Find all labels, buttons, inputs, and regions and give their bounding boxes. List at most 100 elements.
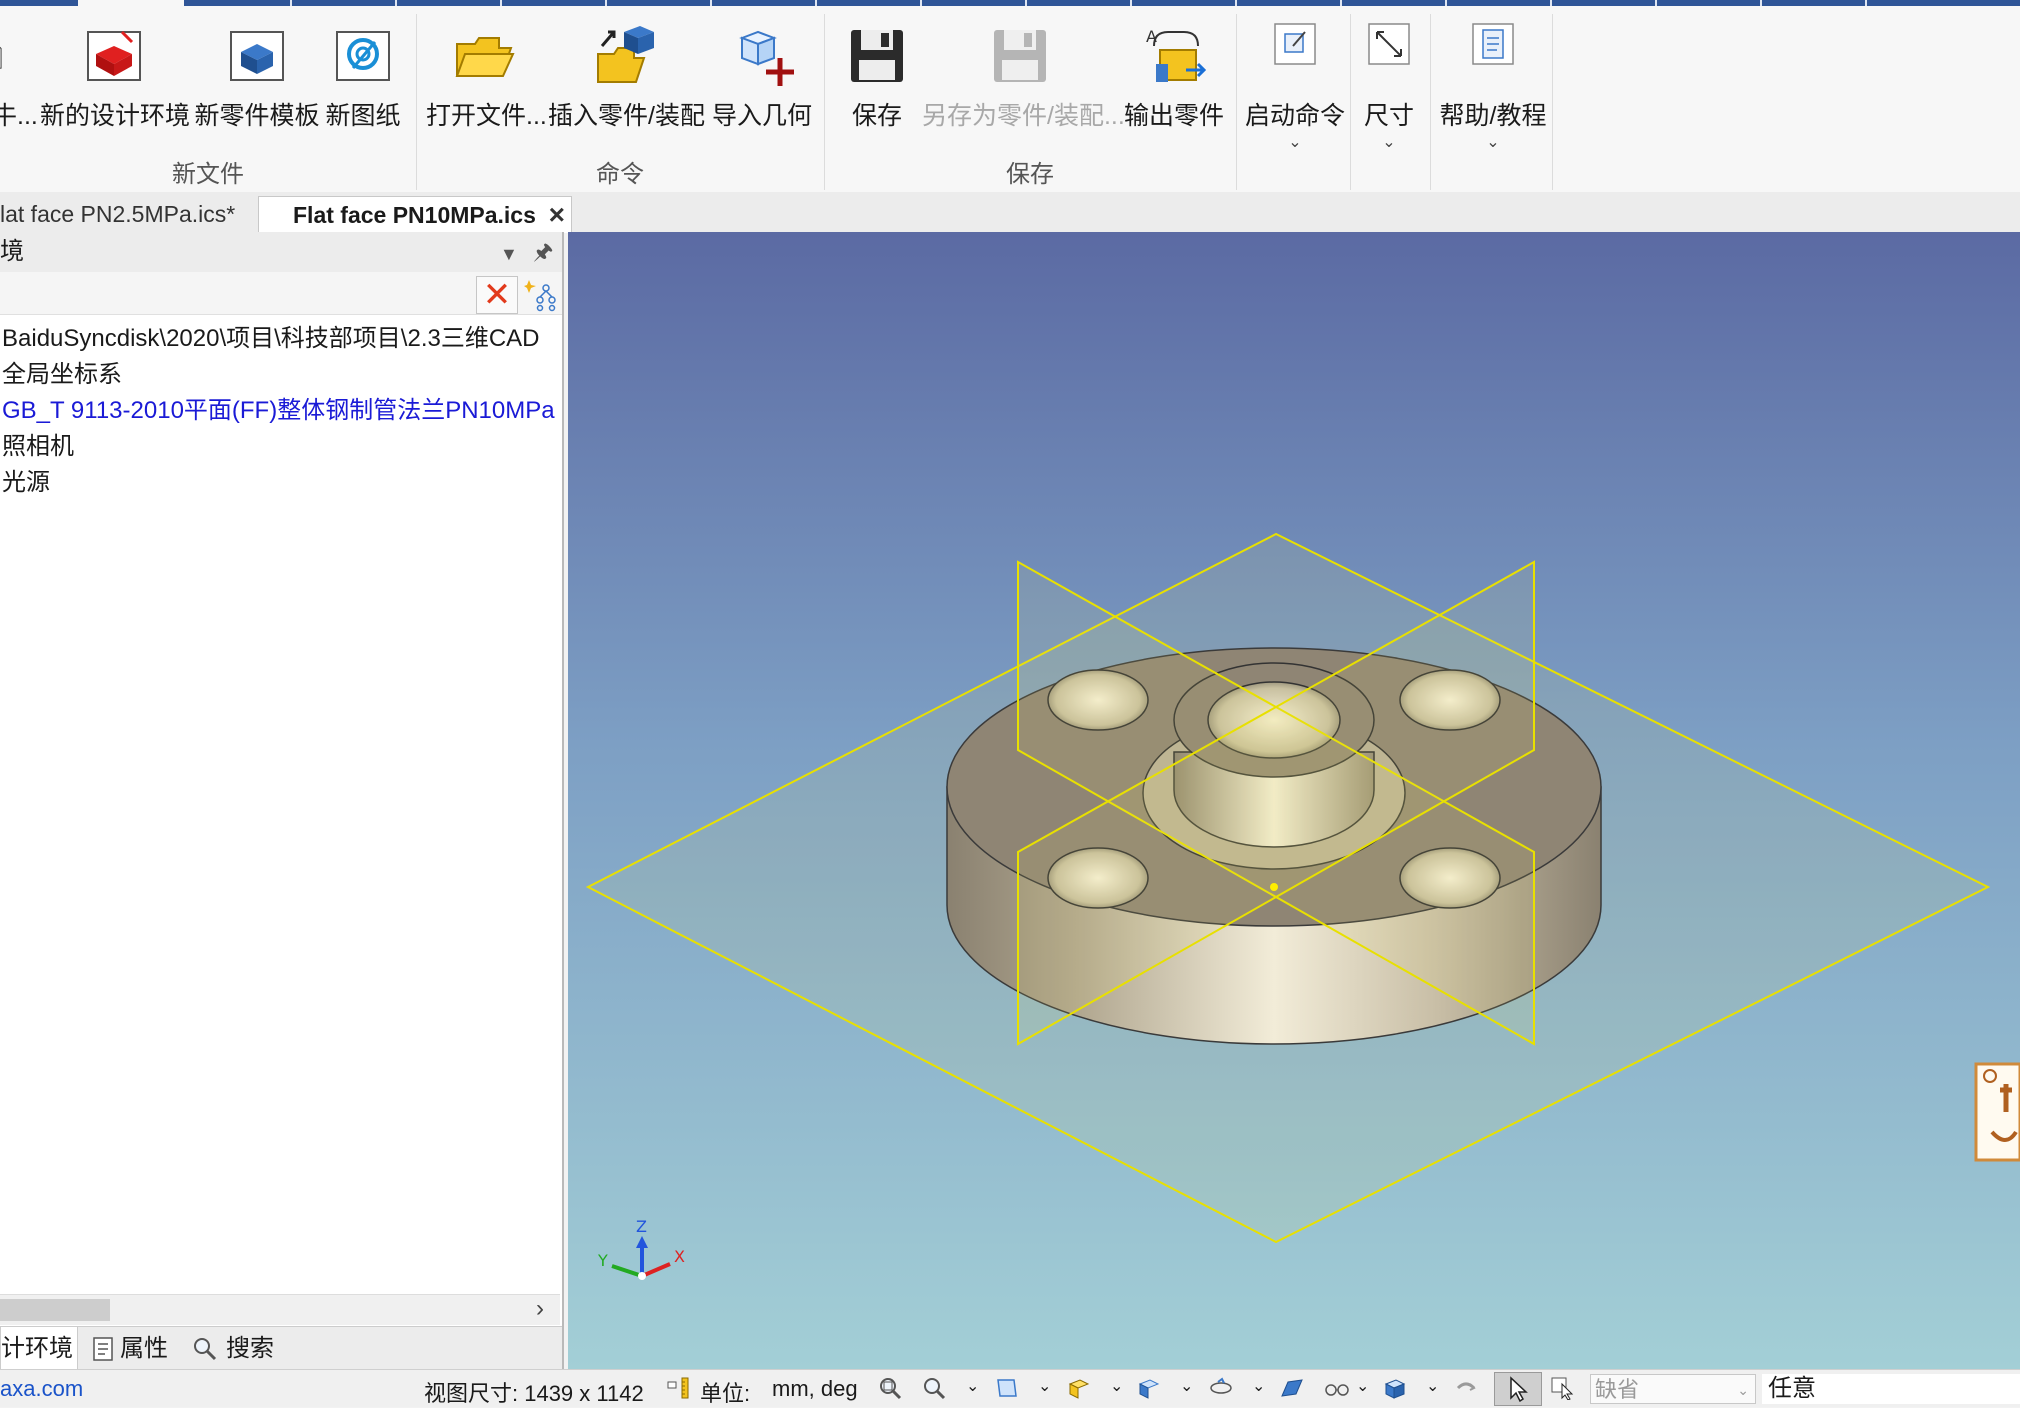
properties-icon — [93, 1337, 113, 1361]
chevron-down-icon[interactable]: ⌄ — [966, 1376, 979, 1396]
chevron-down-icon[interactable]: ⌄ — [1252, 1376, 1265, 1396]
tab-label: 计环境 — [1, 1335, 73, 1362]
export-part-label: 输出零件 — [1123, 102, 1224, 130]
group-separator — [1236, 14, 1237, 190]
group-separator — [1552, 14, 1553, 190]
glasses-icon[interactable] — [1324, 1376, 1350, 1400]
chevron-down-icon[interactable]: ⌄ — [1110, 1376, 1123, 1396]
command-icon — [1274, 23, 1316, 65]
view-orientation-icon[interactable] — [994, 1376, 1020, 1400]
rotate-view-icon[interactable] — [1208, 1376, 1234, 1400]
start-command-button[interactable]: 启动命令 ⌄ — [1242, 14, 1348, 151]
close-icon[interactable]: × — [549, 197, 565, 233]
render-mode-icon[interactable] — [1066, 1376, 1092, 1400]
open-file-label: 打开文件... — [426, 102, 547, 130]
floating-widget-icon[interactable] — [1974, 1062, 2020, 1162]
group-label-save: 保存 — [1006, 161, 1054, 188]
new-drawing-button[interactable]: 新图纸 — [322, 14, 404, 144]
tab-label: 搜索 — [226, 1335, 274, 1362]
doc-tab-pn2-5[interactable]: lat face PN2.5MPa.ics* — [0, 196, 250, 232]
doc-tab-label: Flat face PN10MPa.ics — [293, 202, 536, 228]
export-part-button[interactable]: A 输出零件 — [1118, 14, 1230, 144]
tab-search[interactable]: 搜索 — [192, 1327, 292, 1370]
insert-part-label: 插入零件/装配 — [548, 102, 705, 130]
website-link[interactable]: axa.com — [0, 1376, 83, 1402]
scene-canvas[interactable]: Z Y X — [568, 232, 2020, 1369]
chevron-right-icon[interactable]: › — [536, 1295, 544, 1323]
help-tutorial-label: 帮助/教程 — [1439, 102, 1547, 130]
scrollbar-thumb[interactable] — [0, 1299, 110, 1321]
axis-z-label: Z — [636, 1217, 647, 1236]
chevron-down-icon[interactable]: ⌄ — [1038, 1376, 1051, 1396]
pick-filter-icon[interactable] — [1550, 1376, 1576, 1400]
display-mode-icon[interactable] — [1136, 1376, 1162, 1400]
ruler-icon — [667, 1377, 689, 1399]
import-geometry-icon — [739, 30, 794, 86]
zoom-icon[interactable] — [922, 1376, 948, 1400]
help-tutorial-button[interactable]: 帮助/教程 ⌄ — [1434, 14, 1552, 151]
group-separator — [1350, 14, 1351, 190]
delete-icon[interactable]: ✕ — [476, 276, 518, 314]
part-template-icon — [230, 31, 284, 81]
pin-icon[interactable]: 🖈 — [533, 232, 553, 272]
save-as-disk-icon — [994, 30, 1046, 82]
solid-view-icon[interactable] — [1382, 1376, 1408, 1400]
chevron-down-icon: ⌄ — [1382, 134, 1396, 151]
unit-value[interactable]: mm, deg — [772, 1376, 858, 1402]
ribbon: 牛... 新的设计环境 新零件模板 新图纸 新文件 打开文件... 插入零件/装… — [0, 6, 2020, 193]
tree-item-path[interactable]: BaiduSyncdisk\2020\项目\科技部项目\2.3三维CAD — [2, 318, 540, 353]
save-as-part-button[interactable]: 另存为零件/装配... — [922, 14, 1125, 144]
help-book-icon — [1472, 23, 1514, 65]
insert-part-button[interactable]: 插入零件/装配 — [548, 14, 705, 144]
filter-input[interactable]: 任意 — [1762, 1374, 2020, 1404]
dimension-button[interactable]: 尺寸 ⌄ — [1354, 14, 1424, 151]
save-disk-icon — [851, 30, 903, 82]
chevron-down-icon[interactable]: ⌄ — [1356, 1376, 1369, 1396]
save-as-part-label: 另存为零件/装配... — [922, 102, 1125, 130]
new-part-template-button[interactable]: 新零件模板 — [194, 14, 320, 144]
dimension-label: 尺寸 — [1363, 102, 1414, 130]
tab-properties[interactable]: 属性 — [92, 1327, 192, 1370]
new-drawing-label: 新图纸 — [325, 102, 401, 130]
axis-x-label: X — [674, 1247, 685, 1266]
default-combo-value: 缺省 — [1595, 1377, 1640, 1402]
start-command-label: 启动命令 — [1244, 102, 1345, 130]
import-geometry-button[interactable]: 导入几何 — [708, 14, 816, 144]
tree-item-light[interactable]: 光源 — [2, 462, 50, 497]
zoom-fit-icon[interactable] — [878, 1376, 904, 1400]
new-file-button[interactable]: 牛... — [0, 14, 38, 144]
default-combo[interactable]: 缺省 ⌄ — [1590, 1374, 1756, 1404]
tree-sparkle-icon[interactable] — [524, 276, 558, 312]
document-icon — [0, 46, 2, 69]
insert-part-icon — [597, 26, 654, 83]
new-design-env-button[interactable]: 新的设计环境 — [40, 14, 190, 144]
drawing-icon — [336, 31, 390, 81]
panel-bottom-tabs: 计环境 属性 搜索 — [0, 1326, 562, 1371]
tab-design-env[interactable]: 计环境 — [0, 1327, 78, 1371]
tree-item-global-coords[interactable]: 全局坐标系 — [2, 354, 122, 389]
tab-label: 属性 — [120, 1335, 168, 1362]
chevron-down-icon: ⌄ — [1288, 134, 1302, 151]
3d-viewport[interactable]: Z Y X — [568, 232, 2020, 1369]
group-label-new-file: 新文件 — [172, 161, 244, 188]
chevron-down-icon[interactable]: ⌄ — [1426, 1376, 1439, 1396]
chevron-down-icon[interactable]: ⌄ — [1180, 1376, 1193, 1396]
filter-value: 任意 — [1768, 1375, 1816, 1402]
chevron-down-icon: ⌄ — [1737, 1382, 1749, 1398]
tree-item-camera[interactable]: 照相机 — [2, 426, 74, 461]
status-bar: axa.com 视图尺寸: 1439 x 1142 单位: mm, deg ⌄ … — [0, 1369, 2020, 1407]
search-icon — [194, 1338, 217, 1361]
horizontal-scrollbar[interactable]: › — [0, 1294, 560, 1325]
open-file-button[interactable]: 打开文件... — [426, 14, 547, 144]
section-plane-icon[interactable] — [1278, 1376, 1304, 1400]
dropdown-arrow-icon[interactable]: ▼ — [500, 234, 518, 274]
select-mode-button[interactable] — [1494, 1372, 1542, 1406]
origin-point[interactable] — [1270, 883, 1278, 891]
doc-tab-pn10[interactable]: Flat face PN10MPa.ics × — [258, 196, 572, 233]
undo-arrow-icon[interactable] — [1452, 1376, 1478, 1400]
tree-item-flange-part[interactable]: GB_T 9113-2010平面(FF)整体钢制管法兰PN10MPa — [2, 390, 555, 425]
group-label-command: 命令 — [596, 161, 644, 188]
chevron-down-icon: ⌄ — [1486, 134, 1500, 151]
panel-toolbar: ✕ — [0, 272, 562, 315]
save-button[interactable]: 保存 — [834, 14, 920, 144]
